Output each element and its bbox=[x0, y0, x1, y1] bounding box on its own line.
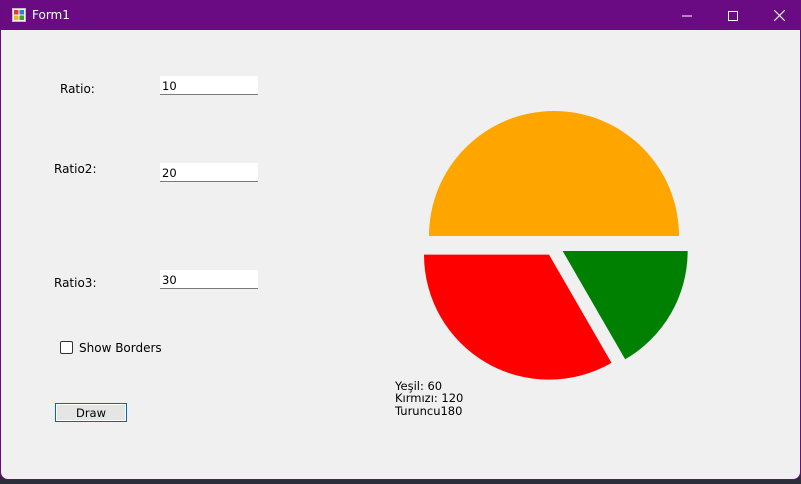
form1-window: Form1 Ratio: Ratio2: Ratio3: Show Border… bbox=[0, 0, 801, 480]
legend-line-orange: Turuncu180 bbox=[395, 404, 463, 418]
pie-slice-orange bbox=[429, 111, 679, 236]
